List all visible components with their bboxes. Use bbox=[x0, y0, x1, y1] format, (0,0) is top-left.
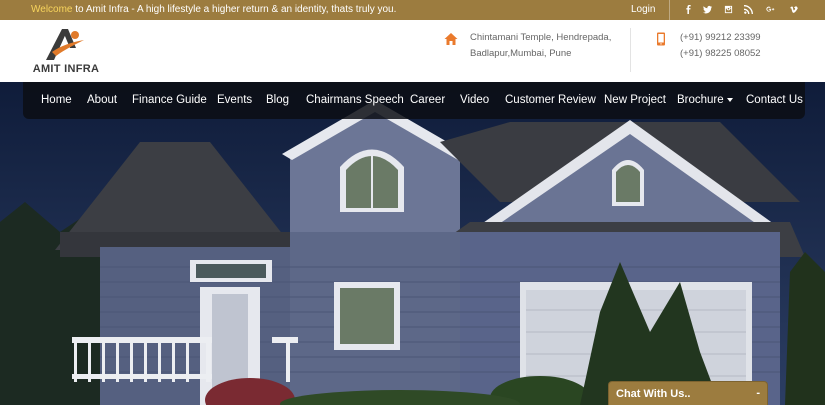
welcome-text: to Amit Infra - A high lifestyle a highe… bbox=[72, 4, 397, 15]
phone-line-2[interactable]: (+91) 98225 08052 bbox=[680, 46, 761, 62]
mobile-phone-icon bbox=[654, 32, 672, 50]
nav-item-video[interactable]: Video bbox=[460, 94, 489, 106]
welcome-message: Welcome to Amit Infra - A high lifestyle… bbox=[31, 4, 396, 15]
chat-widget[interactable]: Chat With Us.. - bbox=[608, 381, 768, 405]
instagram-icon[interactable] bbox=[721, 2, 735, 16]
hero-banner bbox=[0, 82, 825, 405]
caret-down-icon bbox=[726, 97, 733, 102]
facebook-icon[interactable] bbox=[681, 2, 695, 16]
logo-mark bbox=[46, 29, 84, 60]
nav-item-about[interactable]: About bbox=[87, 94, 117, 106]
nav-item-contact-us[interactable]: Contact Us bbox=[746, 94, 803, 106]
nav-item-finance-guide[interactable]: Finance Guide bbox=[132, 94, 207, 106]
top-bar: Welcome to Amit Infra - A high lifestyle… bbox=[0, 0, 825, 20]
site-header: AMIT INFRA Chintamani Temple, Hendrepada… bbox=[0, 20, 825, 82]
topbar-divider bbox=[669, 0, 670, 20]
chat-minimize-button[interactable]: - bbox=[756, 387, 760, 399]
header-divider bbox=[630, 28, 631, 72]
address-line-2: Badlapur,Mumbai, Pune bbox=[470, 47, 572, 59]
address-block: Chintamani Temple, Hendrepada, Badlapur,… bbox=[444, 30, 611, 61]
vimeo-icon[interactable] bbox=[786, 2, 800, 16]
google-plus-icon[interactable] bbox=[763, 2, 777, 16]
phone-line-1[interactable]: (+91) 99212 23399 bbox=[680, 30, 761, 46]
login-link[interactable]: Login bbox=[631, 4, 655, 15]
twitter-icon[interactable] bbox=[700, 2, 714, 16]
nav-item-home[interactable]: Home bbox=[41, 94, 72, 106]
nav-item-blog[interactable]: Blog bbox=[266, 94, 289, 106]
chat-label: Chat With Us.. bbox=[616, 388, 691, 400]
address-line-1: Chintamani Temple, Hendrepada, bbox=[470, 32, 612, 43]
phone-block: (+91) 99212 23399 (+91) 98225 08052 bbox=[654, 30, 761, 61]
nav-item-chairmans-speech[interactable]: Chairmans Speech bbox=[306, 94, 404, 106]
nav-item-events[interactable]: Events bbox=[217, 94, 252, 106]
main-navigation: Home About Finance Guide Events Blog Cha… bbox=[23, 82, 805, 119]
rss-icon[interactable] bbox=[741, 2, 755, 16]
nav-item-brochure-label: Brochure bbox=[677, 94, 724, 106]
nav-item-career[interactable]: Career bbox=[410, 94, 445, 106]
logo-text: AMIT INFRA bbox=[32, 63, 100, 75]
nav-item-new-project[interactable]: New Project bbox=[604, 94, 666, 106]
nav-item-customer-review[interactable]: Customer Review bbox=[505, 94, 596, 106]
nav-item-brochure[interactable]: Brochure bbox=[677, 94, 733, 106]
logo[interactable]: AMIT INFRA bbox=[30, 26, 102, 78]
home-icon bbox=[444, 32, 462, 50]
house-hero-image bbox=[0, 82, 825, 405]
welcome-highlight: Welcome bbox=[31, 4, 73, 15]
